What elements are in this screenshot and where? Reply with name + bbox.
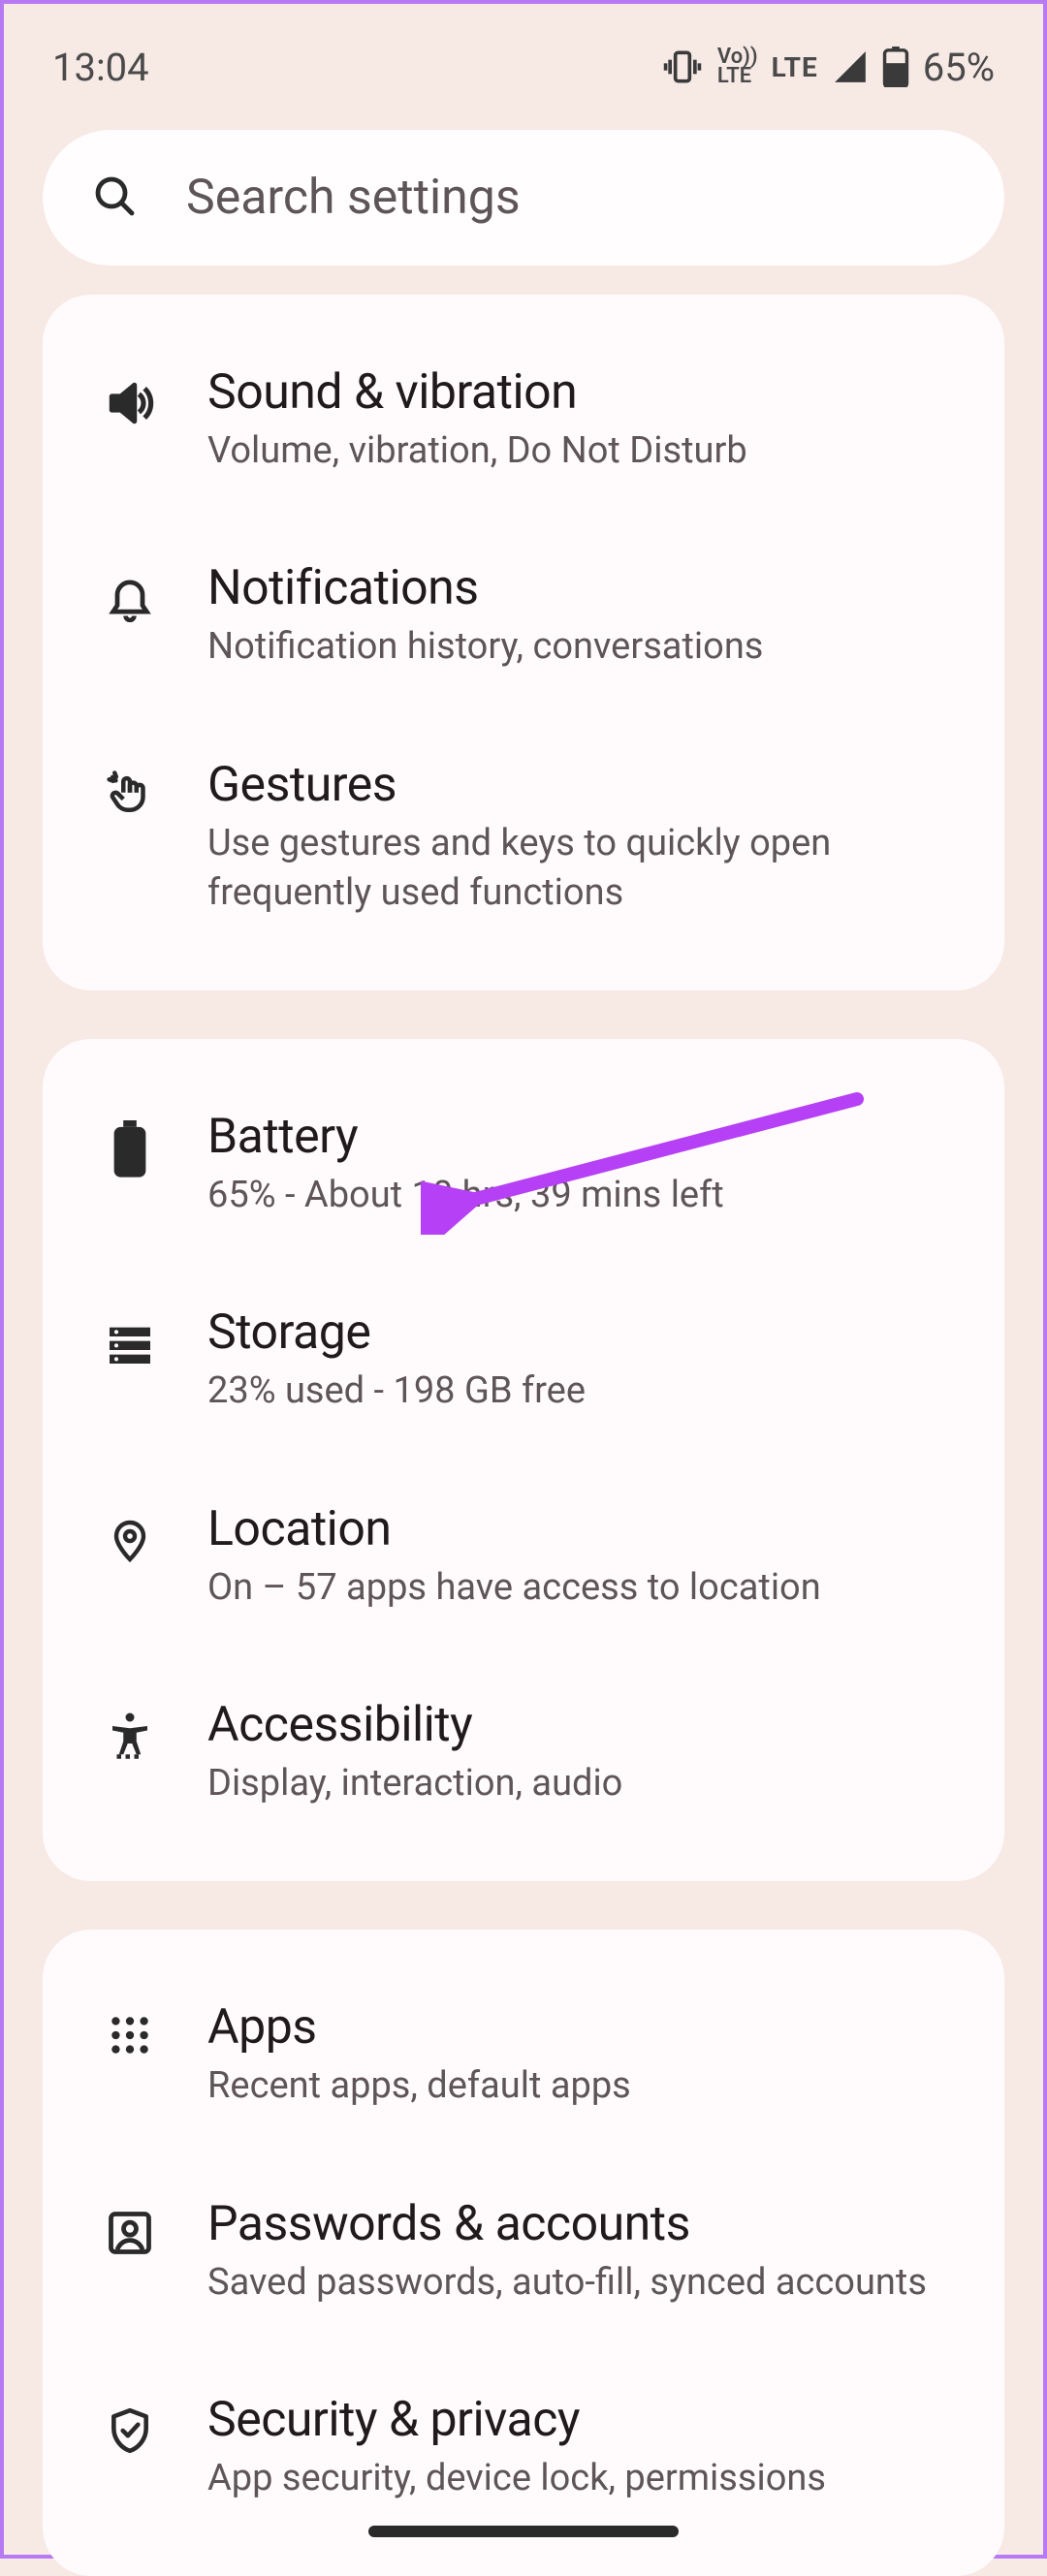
search-placeholder: Search settings xyxy=(186,170,521,226)
apps-icon xyxy=(91,1997,169,2059)
item-subtitle: App security, device lock, permissions xyxy=(207,2454,956,2503)
settings-item-notifications[interactable]: Notifications Notification history, conv… xyxy=(43,519,1004,715)
item-subtitle: Display, interaction, audio xyxy=(207,1759,956,1808)
search-icon xyxy=(91,173,138,223)
status-icons: Vo)) LTE LTE 65% xyxy=(661,45,995,90)
settings-item-sound[interactable]: Sound & vibration Volume, vibration, Do … xyxy=(43,324,1004,519)
navigation-handle[interactable] xyxy=(368,2526,679,2537)
battery-percent: 65% xyxy=(923,45,995,90)
status-bar: 13:04 Vo)) LTE LTE 65% xyxy=(4,4,1043,110)
settings-item-apps[interactable]: Apps Recent apps, default apps xyxy=(43,1959,1004,2154)
status-time: 13:04 xyxy=(52,45,149,90)
battery-status-icon xyxy=(882,47,909,87)
item-title: Security & privacy xyxy=(207,2392,956,2448)
item-subtitle: Volume, vibration, Do Not Disturb xyxy=(207,426,956,476)
volume-icon xyxy=(91,362,169,430)
storage-icon xyxy=(91,1303,169,1370)
network-label: LTE xyxy=(772,51,818,83)
settings-item-accessibility[interactable]: Accessibility Display, interaction, audi… xyxy=(43,1656,1004,1852)
settings-group-1: Battery 65% - About 10 hrs, 39 mins left… xyxy=(43,1039,1004,1881)
account-icon xyxy=(91,2194,169,2258)
item-subtitle: 23% used - 198 GB free xyxy=(207,1367,956,1416)
shield-icon xyxy=(91,2390,169,2458)
settings-item-storage[interactable]: Storage 23% used - 198 GB free xyxy=(43,1264,1004,1460)
search-settings[interactable]: Search settings xyxy=(43,130,1004,266)
item-subtitle: Use gestures and keys to quickly open fr… xyxy=(207,819,956,919)
battery-icon xyxy=(91,1107,169,1178)
item-title: Notifications xyxy=(207,560,956,616)
settings-item-location[interactable]: Location On – 57 apps have access to loc… xyxy=(43,1461,1004,1656)
item-subtitle: Saved passwords, auto-fill, synced accou… xyxy=(207,2258,956,2308)
item-title: Battery xyxy=(207,1109,956,1165)
item-title: Passwords & accounts xyxy=(207,2196,956,2252)
gesture-icon xyxy=(91,755,169,821)
item-subtitle: Recent apps, default apps xyxy=(207,2061,956,2111)
item-title: Location xyxy=(207,1501,956,1557)
settings-item-passwords[interactable]: Passwords & accounts Saved passwords, au… xyxy=(43,2155,1004,2351)
item-subtitle: Notification history, conversations xyxy=(207,622,956,672)
bell-icon xyxy=(91,558,169,622)
settings-item-security[interactable]: Security & privacy App security, device … xyxy=(43,2351,1004,2547)
item-subtitle: 65% - About 10 hrs, 39 mins left xyxy=(207,1171,956,1220)
item-title: Gestures xyxy=(207,757,956,813)
signal-icon xyxy=(832,48,869,85)
volte-indicator: Vo)) LTE xyxy=(717,47,758,86)
item-subtitle: On – 57 apps have access to location xyxy=(207,1563,956,1613)
location-icon xyxy=(91,1499,169,1567)
item-title: Sound & vibration xyxy=(207,364,956,421)
settings-group-0: Sound & vibration Volume, vibration, Do … xyxy=(43,295,1004,990)
settings-group-2: Apps Recent apps, default apps Passwords… xyxy=(43,1930,1004,2576)
vibrate-icon xyxy=(661,46,704,88)
item-title: Storage xyxy=(207,1304,956,1361)
item-title: Accessibility xyxy=(207,1697,956,1753)
settings-item-gestures[interactable]: Gestures Use gestures and keys to quickl… xyxy=(43,716,1004,962)
item-title: Apps xyxy=(207,1999,956,2056)
settings-item-battery[interactable]: Battery 65% - About 10 hrs, 39 mins left xyxy=(43,1068,1004,1264)
accessibility-icon xyxy=(91,1695,169,1761)
